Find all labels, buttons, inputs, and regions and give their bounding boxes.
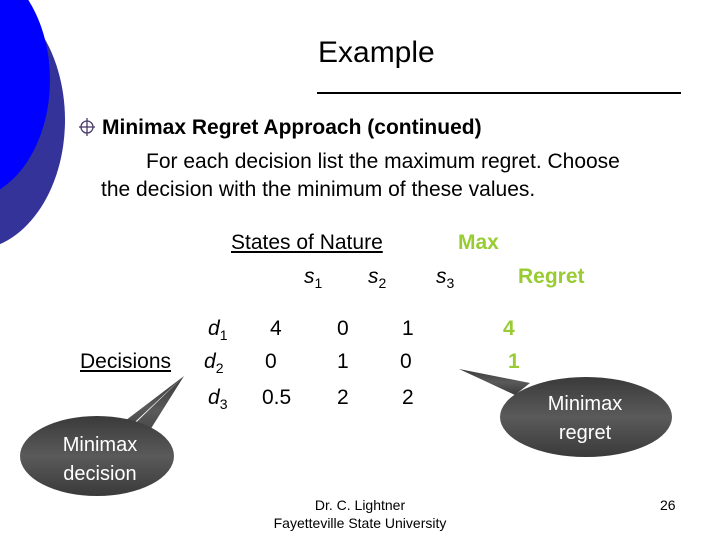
decision-d1-label: d1: [208, 317, 228, 343]
cell-d1-s1: 4: [270, 317, 282, 340]
cell-d3-s3: 2: [402, 386, 414, 409]
cell-d2-s1: 0: [265, 350, 277, 373]
states-of-nature-header: States of Nature: [231, 231, 383, 254]
state-s1-header: s1: [304, 265, 323, 291]
cell-d3-s1: 0.5: [262, 386, 292, 409]
decisions-label: Decisions: [80, 350, 172, 373]
footer-institution: Fayetteville State University: [273, 515, 447, 531]
state-s2-header: s2: [368, 265, 387, 291]
callout-text-line: Minimax: [62, 434, 138, 456]
state-s3-header: s3: [436, 265, 455, 291]
max-regret-d1: 4: [503, 317, 515, 340]
cell-d1-s3: 1: [402, 317, 414, 340]
cell-d2-s3: 0: [400, 350, 412, 373]
minimax-decision-callout: Minimax decision: [30, 431, 170, 489]
page-number: 26: [660, 497, 676, 513]
minimax-regret-callout: Minimax regret: [515, 390, 655, 448]
footer-credit: Dr. C. Lightner Fayetteville State Unive…: [260, 496, 460, 532]
cell-d3-s2: 2: [337, 386, 349, 409]
decision-d2-label: d2: [204, 350, 224, 376]
max-regret-header-line2: Regret: [518, 265, 585, 288]
max-regret-d2: 1: [508, 350, 520, 373]
decision-d3-label: d3: [208, 386, 228, 412]
callout-text-line: decision: [63, 463, 137, 485]
max-regret-header-line1: Max: [458, 231, 499, 254]
footer-author: Dr. C. Lightner: [314, 497, 406, 513]
cell-d2-s2: 1: [337, 350, 349, 373]
cell-d1-s2: 0: [337, 317, 349, 340]
callout-text-line: Minimax: [547, 393, 623, 415]
callout-text-line: regret: [558, 422, 612, 444]
